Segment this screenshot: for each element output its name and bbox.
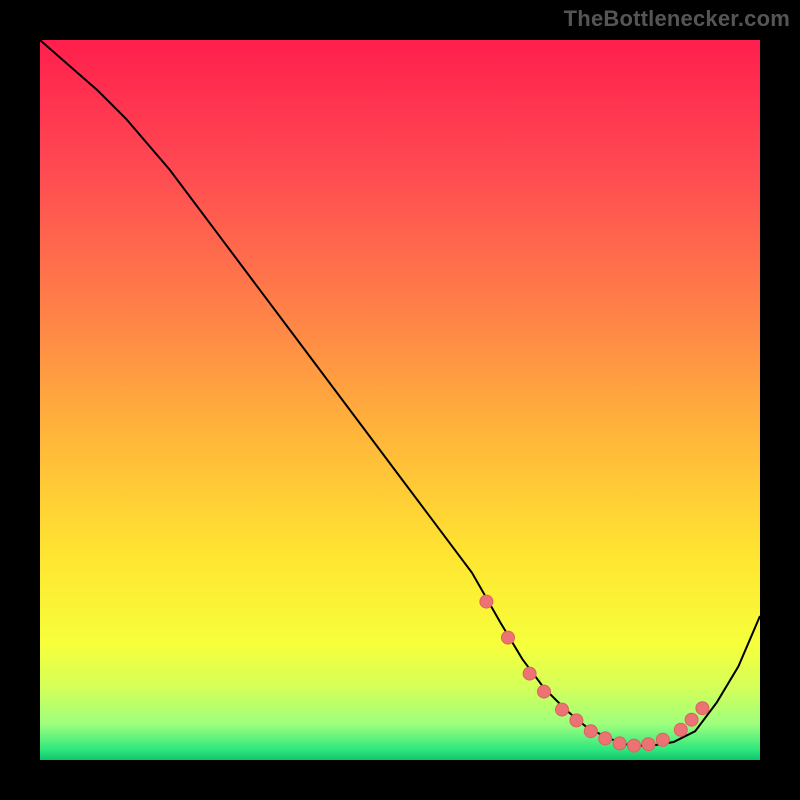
data-marker	[696, 702, 709, 715]
data-marker	[674, 723, 687, 736]
data-marker	[656, 733, 669, 746]
data-marker	[584, 725, 597, 738]
data-marker	[523, 667, 536, 680]
watermark-text: TheBottlenecker.com	[564, 6, 790, 32]
data-marker	[538, 685, 551, 698]
data-marker	[628, 739, 641, 752]
data-marker	[556, 703, 569, 716]
data-marker	[502, 631, 515, 644]
data-marker	[642, 738, 655, 751]
plot-svg	[40, 40, 760, 760]
plot-area	[40, 40, 760, 760]
data-marker	[480, 595, 493, 608]
data-marker	[613, 737, 626, 750]
data-marker	[570, 714, 583, 727]
chart-frame: TheBottlenecker.com	[0, 0, 800, 800]
plot-background	[40, 40, 760, 760]
data-marker	[599, 732, 612, 745]
data-marker	[685, 713, 698, 726]
